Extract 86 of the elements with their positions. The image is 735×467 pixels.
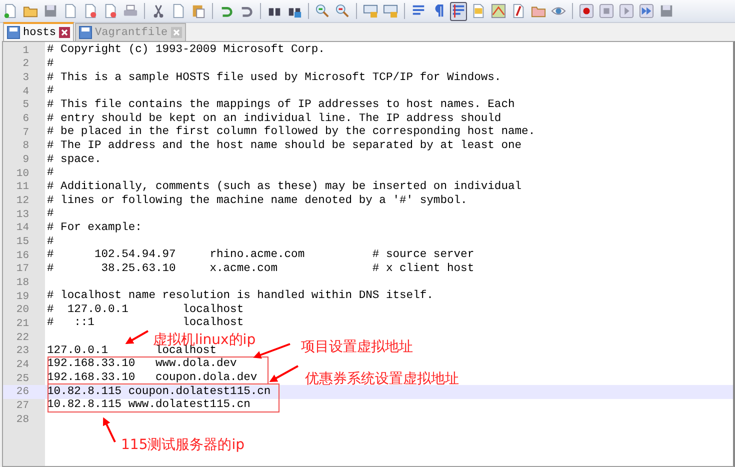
line-number: 4: [22, 86, 29, 98]
zoom-in-icon: [315, 3, 330, 19]
annotation-arrow: [253, 343, 290, 359]
line-number: 12: [15, 195, 29, 208]
annotation-label: 115测试服务器的ip: [121, 437, 244, 453]
code-line: 10.82.8.115 coupon.dolatest115.cn: [47, 386, 271, 398]
line-number: 19: [15, 290, 29, 303]
annotation-arrow: [269, 365, 298, 382]
line-number: 11: [15, 181, 29, 194]
code-line: # 38.25.63.10 x.acme.com # x client host: [47, 262, 474, 276]
close-file-icon: [83, 3, 98, 19]
code-line: 10.82.8.115 www.dolatest115.cn: [47, 399, 250, 412]
line-number: 2: [22, 58, 29, 70]
annotation-label: 项目设置虚拟地址: [301, 339, 413, 355]
code-line: # 102.54.94.97 rhino.acme.com # source server: [47, 249, 474, 262]
line-number: 27: [15, 400, 29, 412]
document-icon: [471, 3, 486, 19]
new-file-icon: [3, 3, 18, 19]
code-line: # This is a sample HOSTS file used by Microsoft TCP/IP for Windows.: [47, 72, 502, 85]
line-number: 1: [22, 44, 29, 57]
code-line: # Copyright (c) 1993-2009 Microsoft Corp.: [47, 44, 325, 58]
code-line: # be placed in the first column followed by the corresponding host name.: [47, 126, 536, 140]
toolbar-button[interactable]: [490, 2, 507, 20]
code-line: #: [47, 236, 54, 249]
annotation-label: 优惠券系统设置虚拟地址: [305, 371, 459, 387]
line-number: 3: [22, 72, 29, 84]
close-icon[interactable]: [59, 27, 70, 38]
zoom-out-icon: [335, 3, 350, 19]
toolbar-button[interactable]: [578, 2, 595, 20]
tab-label: hosts: [23, 26, 56, 38]
save-icon: [43, 3, 58, 19]
line-number: 14: [15, 222, 29, 234]
annotation-arrow: [102, 417, 116, 442]
fast-forward-icon: [639, 3, 654, 19]
line-number: 24: [15, 358, 29, 371]
scissors-icon: [151, 3, 166, 19]
line-number: 10: [15, 168, 29, 180]
line-number: 26: [15, 386, 29, 398]
line-number: 13: [15, 208, 29, 221]
code-line: # Additionally, comments (such as these) may be inserted on individual: [47, 180, 522, 194]
line-number: 18: [15, 276, 29, 289]
line-number: 23: [15, 345, 29, 358]
code-line: #: [47, 208, 54, 222]
code-line: #: [47, 85, 54, 98]
line-number: 28: [15, 414, 29, 426]
line-number: 8: [22, 140, 29, 152]
line-number: 25: [15, 372, 29, 385]
code-line: # 127.0.0.1 localhost: [47, 304, 244, 316]
close-all-icon: [103, 3, 118, 19]
line-number: 17: [15, 263, 29, 276]
line-number: 16: [15, 250, 29, 262]
annotation-arrow: [125, 330, 148, 344]
file-tab[interactable]: hosts: [3, 22, 74, 41]
code-line: # entry should be kept on an individual line. The IP address should: [47, 112, 502, 126]
line-number: 7: [22, 126, 29, 139]
code-line: # ::1 localhost: [47, 317, 244, 330]
save-icon: [79, 26, 92, 39]
line-number: 6: [22, 113, 29, 126]
code-line: 192.168.33.10 www.dola.dev: [47, 358, 237, 372]
code-line: # The IP address and the host name should be separated by at least one: [47, 140, 522, 153]
toolbar-button[interactable]: [450, 2, 467, 20]
tab-label: Vagrantfile: [95, 26, 168, 38]
play-icon: [619, 3, 634, 19]
stop-icon: [599, 3, 614, 19]
code-line: 192.168.33.10 coupon.dola.dev: [47, 372, 258, 386]
code-line: #: [47, 58, 54, 71]
line-number: 20: [15, 304, 29, 316]
macro-save-icon: [659, 3, 674, 19]
code-line: #: [47, 167, 54, 180]
line-number: 5: [22, 99, 29, 112]
code-line: # This file contains the mappings of IP addresses to host names. Each: [47, 98, 515, 112]
line-number: 21: [15, 318, 29, 330]
record-icon: [579, 3, 594, 19]
line-number: 15: [15, 236, 29, 248]
line-number: 22: [15, 332, 29, 344]
code-line: 127.0.0.1 localhost: [47, 344, 216, 358]
code-line: # lines or following the machine name denoted by a '#' symbol.: [47, 194, 468, 208]
toolbar-button[interactable]: [638, 2, 655, 20]
code-line: # For example:: [47, 222, 142, 235]
line-number: 9: [22, 154, 29, 166]
code-line: # space.: [47, 154, 102, 167]
indent-guide-icon: [451, 3, 466, 19]
save-icon: [7, 26, 20, 39]
code-line: # localhost name resolution is handled within DNS itself.: [47, 290, 434, 304]
paste-icon: [191, 3, 206, 19]
map-icon: [491, 3, 506, 19]
